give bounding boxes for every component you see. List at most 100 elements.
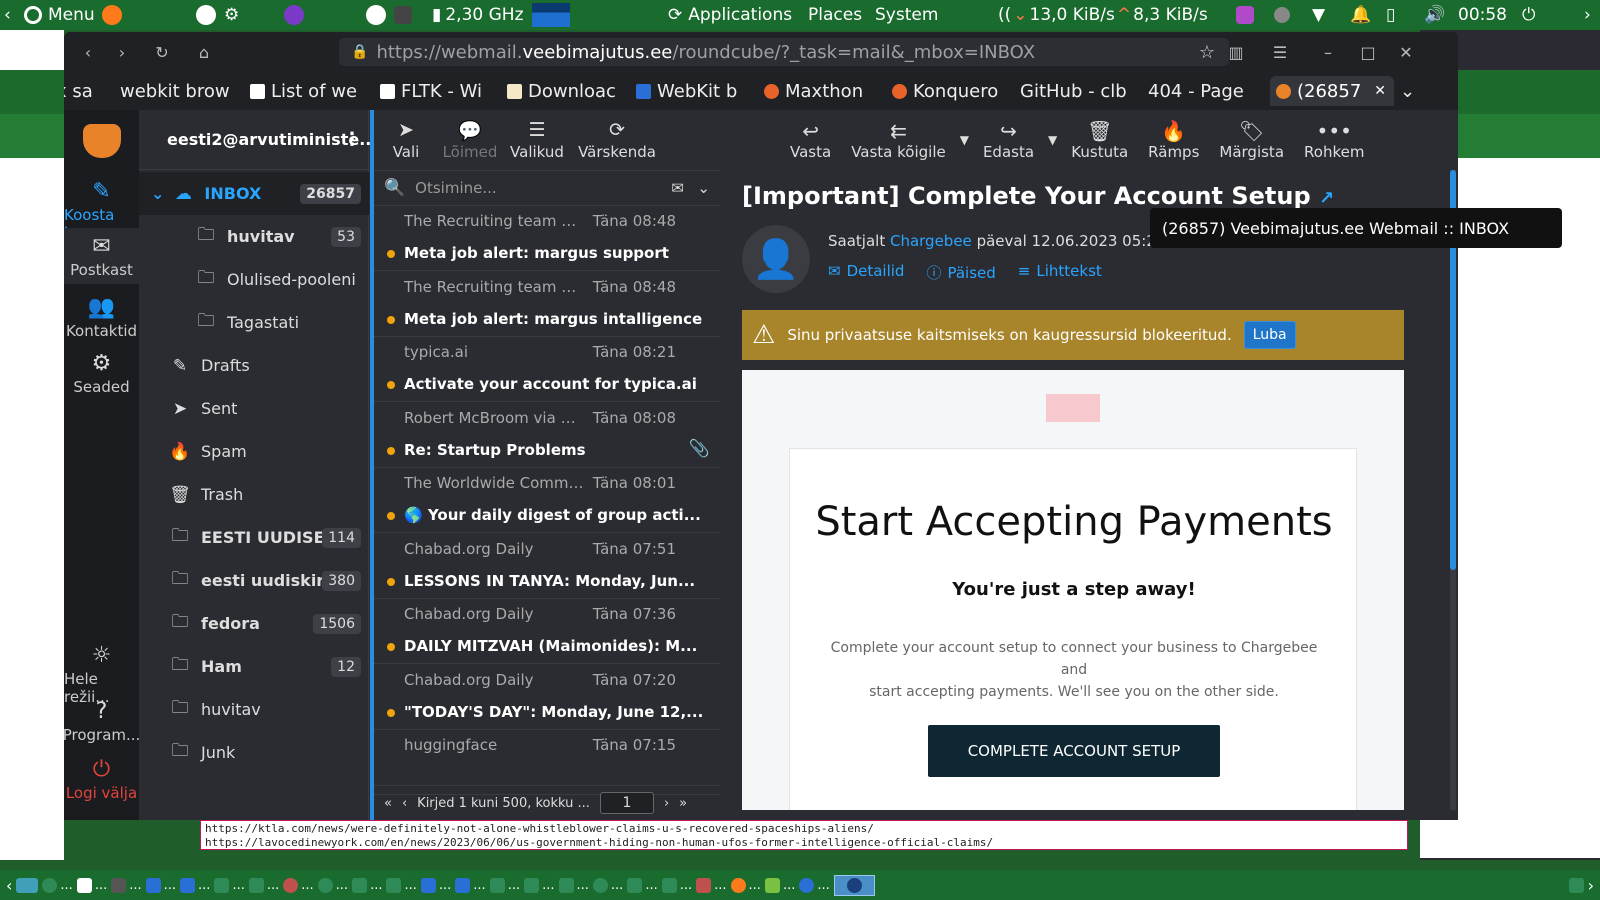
taskbar-window-18[interactable]: ... — [627, 877, 658, 893]
taskbar-window-16[interactable]: ... — [558, 877, 589, 893]
tab-10[interactable]: 404 - Page — [1148, 76, 1266, 106]
tab-list-button[interactable]: ⌄ — [1400, 76, 1424, 106]
power-tray[interactable]: ⏻ — [1522, 0, 1535, 30]
tab-3[interactable]: List of we — [250, 76, 376, 106]
more-button[interactable]: ••• Rohkem — [1298, 110, 1370, 170]
bookmark-star-icon[interactable]: ☆ — [1199, 42, 1215, 63]
roundcube-logo[interactable] — [64, 124, 139, 158]
reply-all-button[interactable]: ⇇ Vasta kõigile — [845, 110, 952, 170]
last-page-icon[interactable]: » — [679, 796, 687, 811]
back-button[interactable]: ‹ — [74, 40, 102, 64]
reply-button[interactable]: ↩ Vasta — [784, 110, 837, 170]
taskbar-window-3[interactable]: ... — [111, 877, 142, 893]
folder-item[interactable]: 🗀 Olulised-pooleni — [139, 258, 369, 301]
nav-about[interactable]: ? Program... — [64, 698, 140, 745]
cpu-freq-applet[interactable]: ▮ 2,30 GHz — [432, 0, 524, 30]
nav-theme[interactable]: ☼ Hele režii... — [64, 642, 139, 707]
nav-contacts[interactable]: 👥 Kontaktid — [64, 294, 139, 341]
first-page-icon[interactable]: « — [384, 796, 392, 811]
folder-item[interactable]: 🗑 Trash — [139, 473, 369, 516]
forward-dropdown[interactable]: ▼ — [1048, 110, 1057, 170]
message-row[interactable]: typica.ai Täna 08:21 Activate your account… — [374, 337, 720, 402]
folder-item[interactable]: 🗀 Ham 12 — [139, 645, 369, 688]
folder-item[interactable]: ➤ Sent — [139, 387, 369, 430]
url-list-textarea[interactable]: https://ktla.com/news/were-definitely-no… — [200, 820, 1408, 850]
taskbar-window-9[interactable]: ... — [317, 877, 348, 893]
nav-logout[interactable]: ⏻ Logi välja — [64, 756, 139, 803]
terminal-launcher[interactable] — [394, 0, 412, 30]
tray-app-1[interactable] — [1236, 0, 1254, 30]
forward-button[interactable]: › — [108, 40, 136, 64]
folder-item[interactable]: 🗀 Junk — [139, 731, 369, 774]
taskbar-window-11[interactable]: ... — [386, 877, 417, 893]
trash-tray-icon[interactable] — [1568, 877, 1584, 893]
close-tab-icon[interactable]: ✕ — [1374, 83, 1386, 99]
taskbar-window-2[interactable]: ... — [76, 877, 107, 893]
taskbar-window-7[interactable]: ... — [248, 877, 279, 893]
kebab-menu-icon[interactable]: ⋮ — [343, 129, 361, 150]
taskbar-window-5[interactable]: ... — [180, 877, 210, 893]
message-row[interactable]: Chabad.org Daily Täna 07:51 LESSONS IN TAN… — [374, 534, 720, 599]
wifi-tray[interactable]: ▼ — [1312, 0, 1325, 30]
taskbar-window-6[interactable]: ... — [214, 877, 245, 893]
tab-6[interactable]: WebKit b — [636, 76, 754, 106]
taskbar-window-15[interactable]: ... — [524, 877, 555, 893]
net-speed-applet[interactable]: (( ⌄ 13,0 KiB/s ^ 8,3 KiB/s — [998, 0, 1208, 30]
prev-page-icon[interactable]: ‹ — [402, 796, 407, 811]
tab-webmail-active[interactable]: (26857 ✕ — [1270, 76, 1394, 106]
tab-7[interactable]: Maxthon — [764, 76, 886, 106]
search-bar[interactable]: 🔍 Otsimine... ✉ ⌄ — [374, 170, 720, 206]
home-button[interactable]: ⌂ — [190, 40, 218, 64]
menu-button[interactable]: Menu — [24, 0, 95, 30]
complete-setup-button[interactable]: COMPLETE ACCOUNT SETUP — [928, 725, 1220, 777]
volume-tray[interactable]: 🔊 — [1424, 0, 1445, 30]
message-row[interactable]: The Recruiting team at ... Täna 08:48 Meta… — [374, 272, 720, 337]
sender-link[interactable]: Chargebee — [890, 232, 972, 250]
clock[interactable]: 00:58 — [1458, 0, 1507, 30]
open-external-icon[interactable]: ↗ — [1319, 188, 1334, 209]
applications-menu[interactable]: Applications — [688, 5, 792, 25]
taskbar-window-10[interactable]: ... — [352, 877, 382, 893]
taskbar-window-20[interactable]: ... — [696, 877, 727, 893]
page-number-input[interactable]: 1 — [599, 792, 654, 814]
library-button[interactable]: ▥ — [1222, 40, 1250, 64]
battery-tray[interactable]: ▯ — [1386, 0, 1395, 30]
tab-9[interactable]: GitHub - clb — [1020, 76, 1134, 106]
taskbar-window-14[interactable]: ... — [489, 877, 520, 893]
notifications-tray[interactable]: 🔔 — [1350, 0, 1371, 30]
show-desktop-icon[interactable] — [16, 877, 39, 893]
tab-2[interactable]: webkit brow — [120, 76, 244, 106]
accessibility-launcher[interactable] — [196, 0, 216, 30]
options-button[interactable]: ☰ Valikud — [502, 110, 572, 170]
folder-item[interactable]: 🗀 huvitav — [139, 688, 369, 731]
taskbar-window-13[interactable]: ... — [455, 877, 486, 893]
spam-button[interactable]: 🔥 Rämps — [1142, 110, 1205, 170]
reload-button[interactable]: ↻ — [148, 40, 176, 64]
tab-5[interactable]: Downloac — [507, 76, 625, 106]
mark-button[interactable]: 🏷 Märgista — [1213, 110, 1290, 170]
message-row[interactable]: The Worldwide Commun... Täna 08:01 🌎 Your … — [374, 468, 720, 533]
threads-button[interactable]: 💬 Lõimed — [438, 110, 502, 170]
message-row[interactable]: Chabad.org Daily Täna 07:20 "TODAY'S DAY":… — [374, 665, 720, 730]
message-row[interactable]: Robert McBroom via use... Täna 08:08 Re: S… — [374, 403, 720, 468]
apps-menu[interactable]: ⟳ Applications — [668, 0, 792, 30]
envelope-filter-icon[interactable]: ✉ — [671, 179, 684, 197]
reply-all-dropdown[interactable]: ▼ — [960, 110, 969, 170]
chevron-down-icon[interactable]: ⌄ — [151, 184, 164, 203]
taskbar-window-17[interactable]: ... — [592, 877, 623, 893]
tray-app-2[interactable] — [1274, 0, 1290, 30]
taskbar-window-active[interactable] — [833, 874, 875, 896]
next-page-icon[interactable]: › — [664, 796, 669, 811]
details-link[interactable]: ✉ Detailid — [828, 262, 904, 283]
folder-item[interactable]: ✎ Drafts — [139, 344, 369, 387]
allow-remote-button[interactable]: Luba — [1243, 321, 1296, 349]
taskbar-window-19[interactable]: ... — [661, 877, 692, 893]
taskbar-window-21[interactable]: ... — [730, 877, 761, 893]
forward-button[interactable]: ↪ Edasta — [977, 110, 1040, 170]
folder-item[interactable]: 🔥 Spam — [139, 430, 369, 473]
plaintext-link[interactable]: ≡ Lihttekst — [1018, 262, 1102, 283]
tab-4[interactable]: FLTK - Wi — [380, 76, 496, 106]
folder-item[interactable]: 🗀 Tagastati — [139, 301, 369, 344]
panel-left-arrow[interactable]: ‹ — [4, 0, 11, 30]
app-menu-button[interactable]: ☰ — [1266, 40, 1294, 64]
